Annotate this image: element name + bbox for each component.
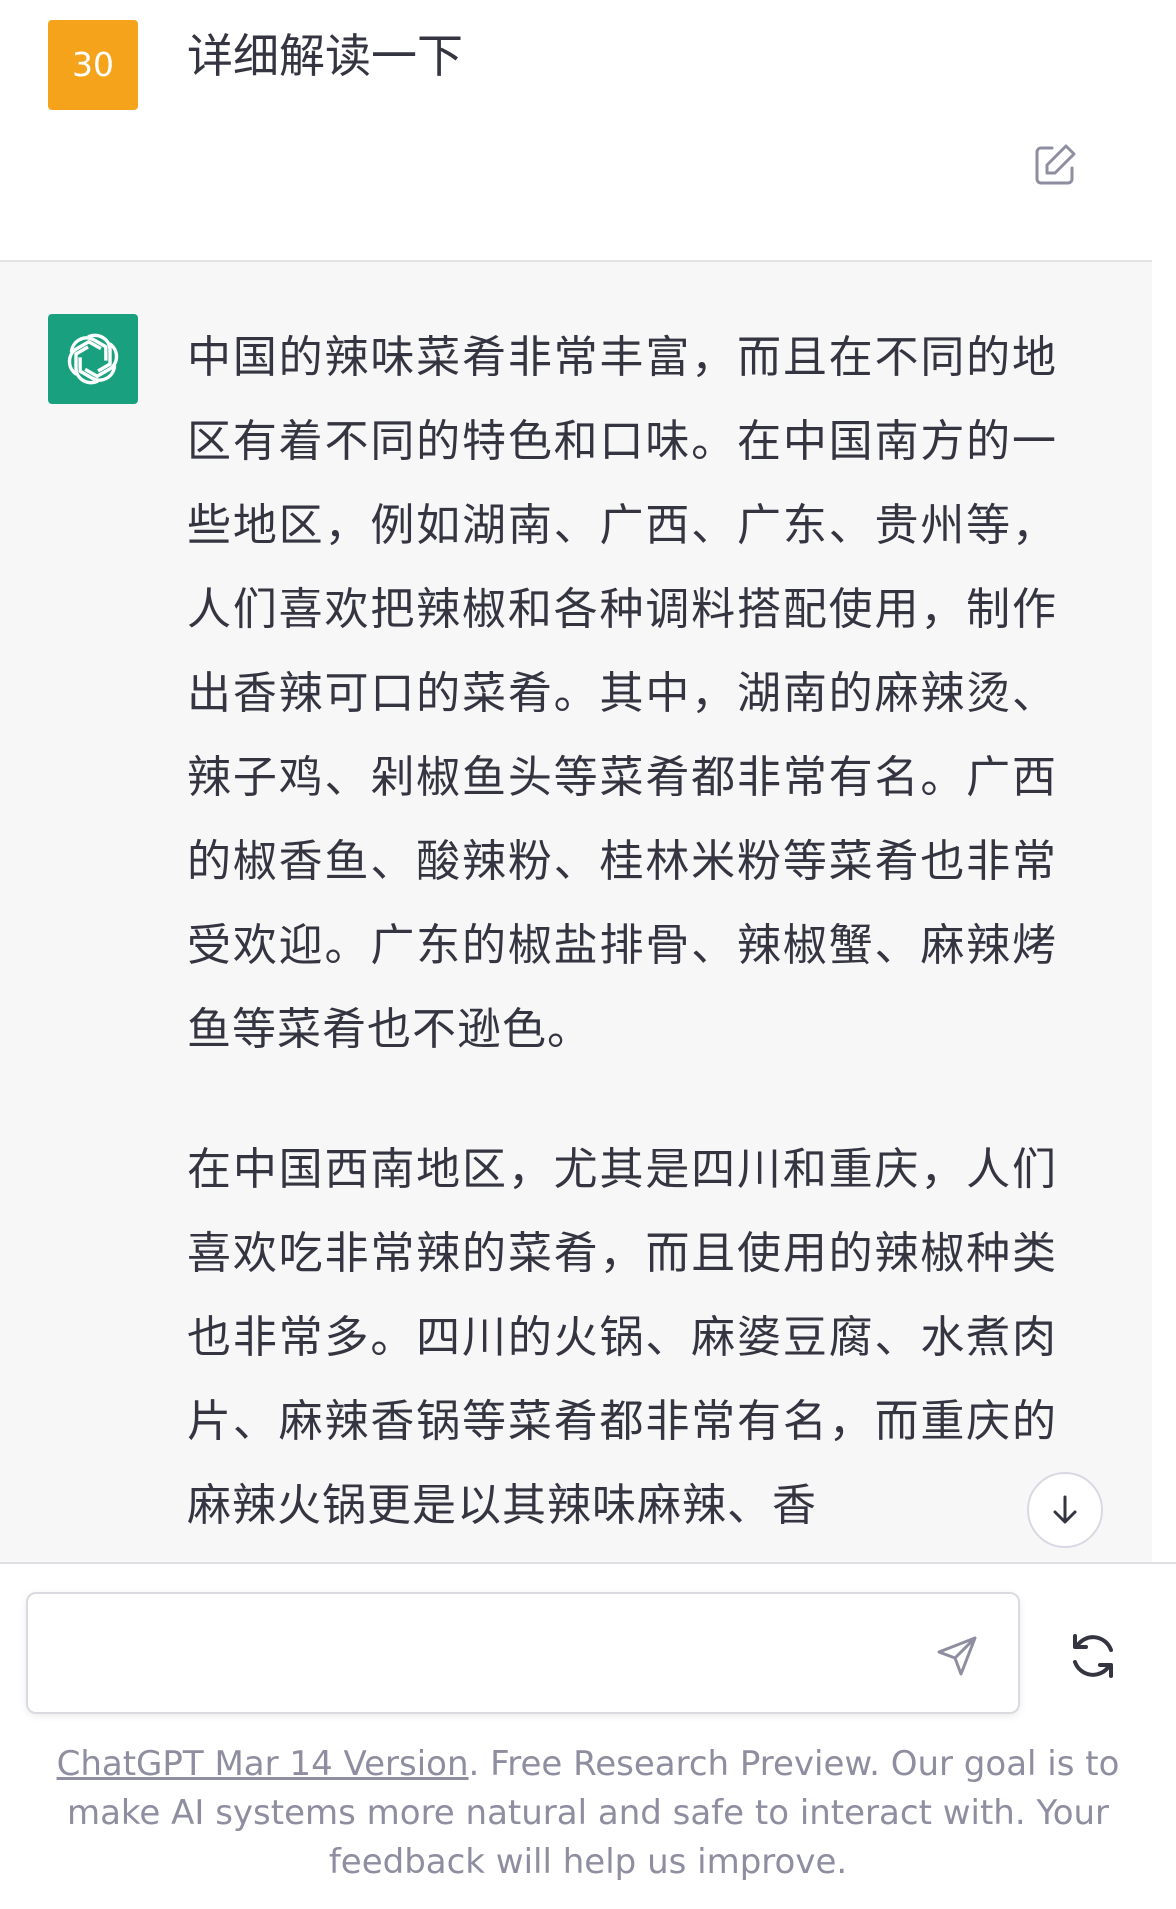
user-avatar: 30 xyxy=(48,20,138,110)
regenerate-icon[interactable] xyxy=(1065,1628,1121,1684)
edit-icon[interactable] xyxy=(1030,140,1080,190)
user-message: 30 详细解读一下 xyxy=(0,0,1152,260)
openai-logo-icon xyxy=(67,333,119,385)
scroll-to-bottom-button[interactable] xyxy=(1027,1472,1103,1548)
chat-page: 30 详细解读一下 中国的辣味菜肴非常丰富，而且在不同的地区有着不同的特色和口味… xyxy=(0,0,1176,1909)
user-message-text: 详细解读一下 xyxy=(187,29,463,83)
chatgpt-avatar xyxy=(48,314,138,404)
footer-disclaimer: ChatGPT Mar 14 Version. Free Research Pr… xyxy=(40,1740,1136,1887)
arrow-down-icon xyxy=(1053,1495,1077,1524)
version-link[interactable]: ChatGPT Mar 14 Version xyxy=(57,1744,469,1784)
message-input-box[interactable] xyxy=(26,1592,1020,1714)
composer-area: ChatGPT Mar 14 Version. Free Research Pr… xyxy=(0,1562,1176,1909)
assistant-message-text: 中国的辣味菜肴非常丰富，而且在不同的地区有着不同的特色和口味。在中国南方的一些地… xyxy=(187,316,1057,1562)
message-input[interactable] xyxy=(48,1622,908,1686)
assistant-paragraph: 中国的辣味菜肴非常丰富，而且在不同的地区有着不同的特色和口味。在中国南方的一些地… xyxy=(187,332,1057,1055)
send-icon[interactable] xyxy=(933,1632,981,1680)
assistant-paragraph: 在中国西南地区，尤其是四川和重庆，人们喜欢吃非常辣的菜肴，而且使用的辣椒种类也非… xyxy=(187,1144,1057,1531)
assistant-message: 中国的辣味菜肴非常丰富，而且在不同的地区有着不同的特色和口味。在中国南方的一些地… xyxy=(0,260,1152,1562)
